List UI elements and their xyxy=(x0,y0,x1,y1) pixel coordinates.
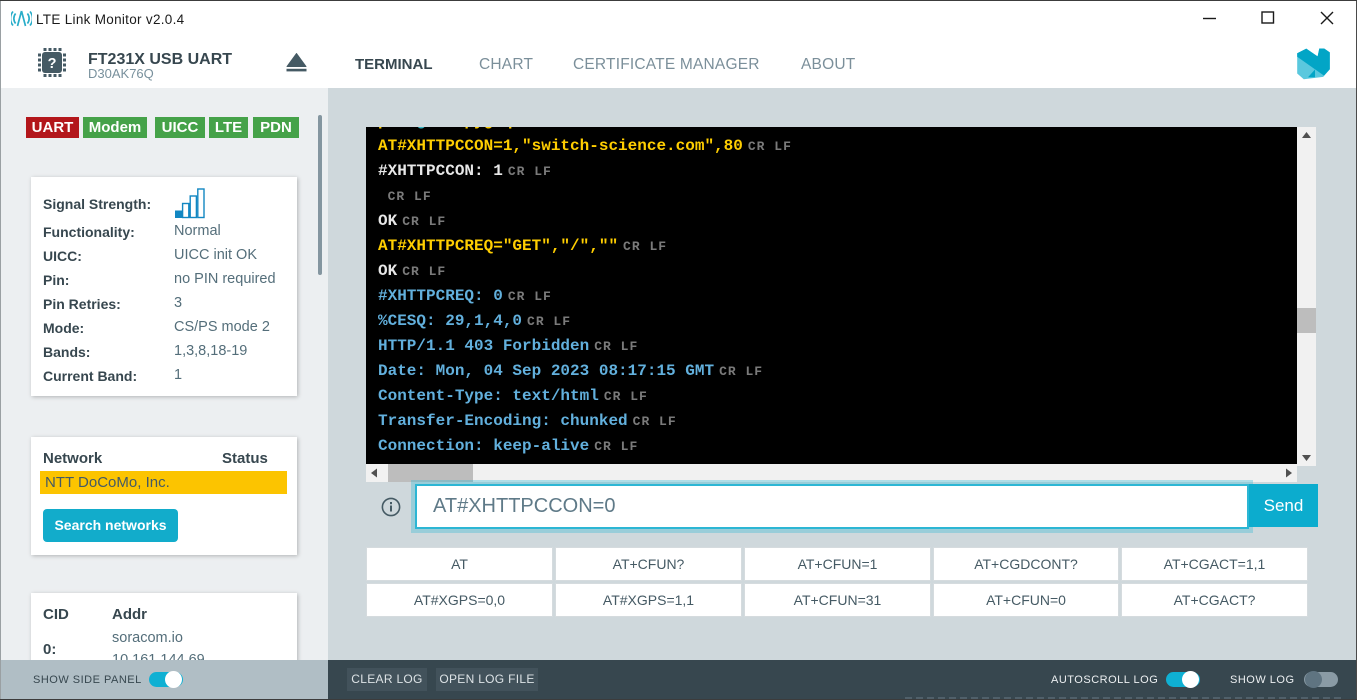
svg-text:?: ? xyxy=(48,56,57,72)
